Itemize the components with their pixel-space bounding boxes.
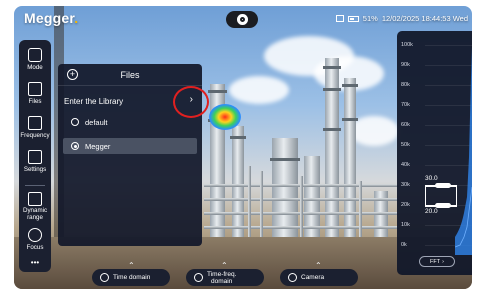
spectrum-tick-label: 0k [401, 242, 407, 248]
time-freq-icon [194, 273, 203, 282]
spectrum-tick-label: 80k [401, 82, 410, 88]
spectrum-tick-label: 90k [401, 62, 410, 68]
files-panel: + Files Enter the Library › default Megg… [58, 64, 209, 246]
radio-button[interactable] [71, 118, 79, 126]
spectrum-tick-label: 100k [401, 42, 413, 48]
frequency-wave-icon [28, 116, 42, 130]
device-screen: Megger. 51% 12/02/2025 18:44:53 Wed Mode… [14, 6, 472, 289]
library-option-default[interactable]: default [63, 114, 197, 130]
focus-target-icon [28, 228, 42, 242]
band-upper-value: 30.0 [425, 175, 438, 182]
spectrum-tick-label: 10k [401, 222, 410, 228]
spectrum-tick-label: 60k [401, 122, 410, 128]
acoustic-hotspot [209, 104, 241, 130]
spectrum-tick-label: 70k [401, 102, 410, 108]
frequency-spectrum-panel: 100k 90k 80k 70k 60k 50k 40k 30k 20k 10k 0k 30.0 2… [397, 31, 472, 275]
chevron-right-icon: › [442, 258, 444, 265]
frequency-band-selector[interactable] [425, 185, 457, 205]
enter-library-row[interactable]: Enter the Library › [58, 86, 209, 118]
rail-item-files[interactable]: Files [19, 82, 51, 105]
files-image-icon [28, 82, 42, 96]
megger-logo: Megger. [24, 10, 79, 26]
highlight-circle [173, 86, 209, 118]
camera-icon [288, 273, 297, 282]
spectrum-trace [455, 47, 472, 255]
rail-item-dynamic-range[interactable]: Dynamic range [19, 192, 51, 221]
band-lower-value: 20.0 [425, 208, 438, 215]
rail-item-more[interactable]: ••• [19, 258, 51, 267]
more-icon: ••• [30, 258, 40, 267]
spectrum-tick-label: 40k [401, 162, 410, 168]
sd-card-icon [335, 15, 344, 22]
tab-time-freq-domain[interactable]: Time-freq. domain [186, 269, 264, 286]
settings-sliders-icon [28, 150, 42, 164]
dynamic-range-icon [28, 192, 42, 206]
enter-library-label: Enter the Library [64, 96, 124, 106]
spectrum-tick-label: 50k [401, 142, 410, 148]
battery-icon [347, 15, 359, 22]
left-nav-rail: Mode Files Frequency Settings Dynamic ra… [19, 40, 51, 272]
datetime: 12/02/2025 18:44:53 Wed [381, 14, 468, 23]
band-upper-handle[interactable] [435, 183, 451, 188]
rail-item-settings[interactable]: Settings [19, 150, 51, 173]
add-circle-icon[interactable]: + [67, 69, 78, 80]
mode-grid-icon [28, 48, 42, 62]
time-domain-icon [100, 273, 109, 282]
rail-item-focus[interactable]: Focus [19, 228, 51, 251]
radio-button-selected[interactable] [71, 142, 79, 150]
spectrum-tick-label: 20k [401, 202, 410, 208]
rail-item-mode[interactable]: Mode [19, 48, 51, 71]
files-panel-title: Files [120, 69, 140, 80]
camera-toggle-button[interactable] [226, 11, 258, 28]
status-bar: 51% 12/02/2025 18:44:53 Wed [335, 14, 468, 23]
tab-camera[interactable]: Camera [280, 269, 358, 286]
library-option-megger[interactable]: Megger [63, 138, 197, 154]
spectrum-tick-label: 30k [401, 182, 410, 188]
tab-time-domain[interactable]: Time domain [92, 269, 170, 286]
battery-level: 51% [362, 14, 378, 23]
fft-button[interactable]: FFT › [419, 256, 455, 267]
files-panel-header: + Files [58, 64, 202, 86]
rail-item-frequency[interactable]: Frequency [19, 116, 51, 139]
